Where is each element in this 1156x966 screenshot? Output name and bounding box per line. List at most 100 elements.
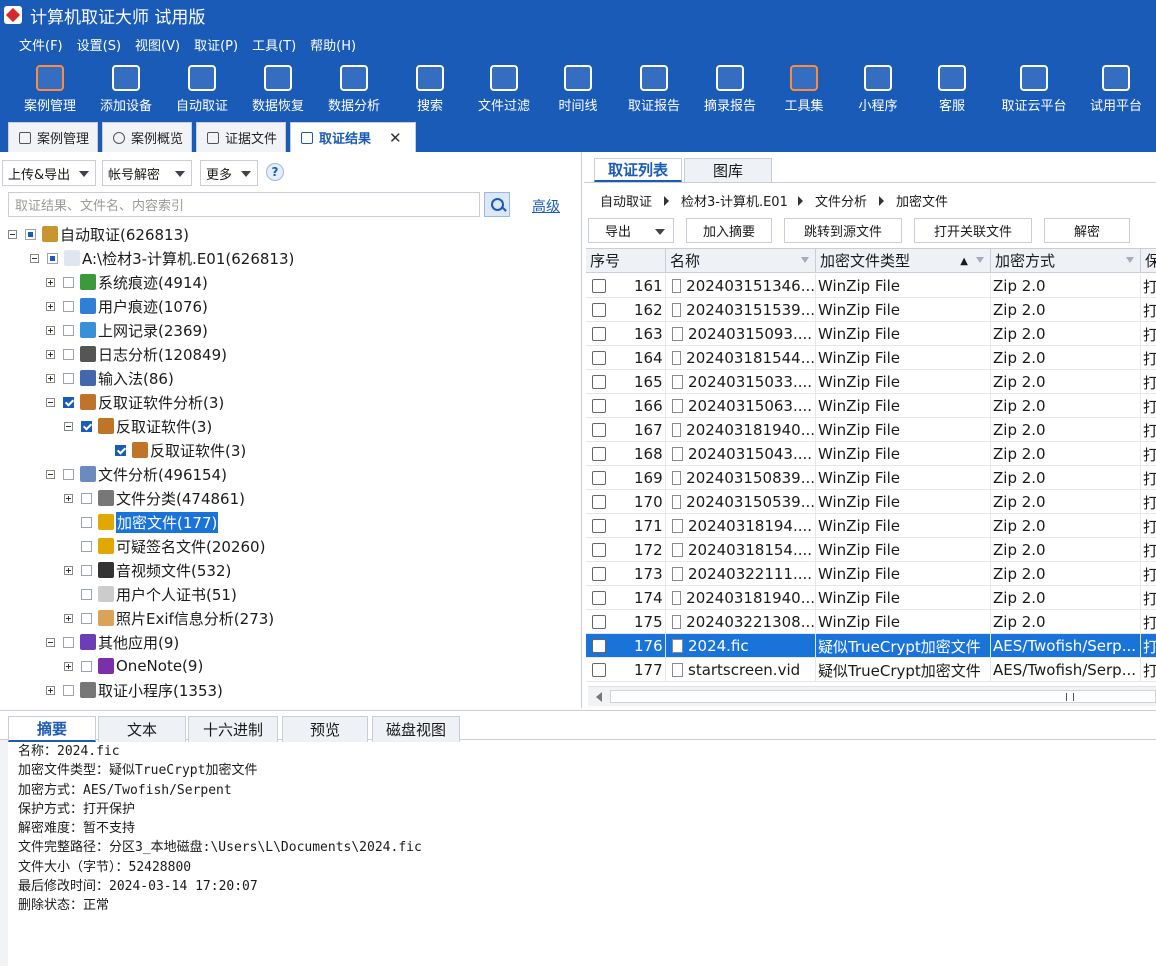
tree-node[interactable]: 用户痕迹(1076) xyxy=(46,294,208,318)
expand-icon[interactable] xyxy=(64,661,73,671)
tree-node[interactable]: 输入法(86) xyxy=(46,366,174,390)
toolbar-button[interactable]: 试用平台 xyxy=(1076,58,1156,120)
table-row[interactable]: 162 202403151539...WinZip File Zip 2.0 打 xyxy=(586,298,1156,322)
tree-checkbox[interactable] xyxy=(63,636,74,648)
table-row[interactable]: 172 20240318154.... WinZip File Zip 2.0 打 xyxy=(586,538,1156,562)
tree-node[interactable]: 其他应用(9) xyxy=(46,630,179,654)
column-header-name[interactable]: 名称 xyxy=(666,249,816,273)
tree-node[interactable]: 自动取证(626813) xyxy=(8,222,189,246)
tree-checkbox[interactable] xyxy=(81,588,92,600)
tab-evidence-files[interactable]: 证据文件 xyxy=(196,122,286,152)
tree-node[interactable]: 音视频文件(532) xyxy=(64,558,231,582)
column-header-index[interactable]: 序号 xyxy=(586,249,666,273)
tree-node[interactable]: A:\检材3-计算机.E01(626813) xyxy=(30,246,294,270)
row-checkbox[interactable] xyxy=(592,519,606,533)
tree-node[interactable]: 文件分类(474861) xyxy=(64,486,245,510)
advanced-search-link[interactable]: 高级 xyxy=(532,196,560,216)
filter-icon[interactable] xyxy=(1126,257,1134,263)
tree-node[interactable]: 照片Exif信息分析(273) xyxy=(64,606,274,630)
search-icon[interactable] xyxy=(484,192,510,217)
tree-checkbox[interactable] xyxy=(63,468,74,480)
column-header-encrypt-method[interactable]: 加密方式 xyxy=(991,249,1141,273)
tree-node[interactable]: 取证小程序(1353) xyxy=(46,678,223,702)
tree-checkbox[interactable] xyxy=(81,420,92,432)
tree-node[interactable]: 用户个人证书(51) xyxy=(64,582,237,606)
table-row[interactable]: 175 202403221308...WinZip File Zip 2.0 打 xyxy=(586,610,1156,634)
expand-icon[interactable] xyxy=(46,373,55,383)
tab-forensic-list[interactable]: 取证列表 xyxy=(594,158,682,182)
tab-forensic-results[interactable]: 取证结果 ✕ xyxy=(290,122,416,152)
tree-node[interactable]: 文件分析(496154) xyxy=(46,462,227,486)
table-row[interactable]: 168 20240315043.... WinZip File Zip 2.0 打 xyxy=(586,442,1156,466)
tab-disk-view[interactable]: 磁盘视图 xyxy=(372,716,460,742)
scroll-left-icon[interactable] xyxy=(596,692,602,702)
table-row[interactable]: 171 20240318194.... WinZip File Zip 2.0 打 xyxy=(586,514,1156,538)
tree-checkbox[interactable] xyxy=(63,348,74,360)
tree-checkbox[interactable] xyxy=(81,660,92,672)
search-input[interactable]: 取证结果、文件名、内容索引 xyxy=(8,192,480,217)
tree-node[interactable]: 可疑签名文件(20260) xyxy=(64,534,265,558)
collapse-icon[interactable] xyxy=(30,253,39,263)
breadcrumb-evidence[interactable]: 检材3-计算机.E01 xyxy=(681,190,788,210)
menu-help[interactable]: 帮助(H) xyxy=(303,35,363,54)
collapse-icon[interactable] xyxy=(46,469,55,479)
tree-checkbox[interactable] xyxy=(63,684,74,696)
add-to-summary-button[interactable]: 加入摘要 xyxy=(686,218,772,243)
tree-checkbox[interactable] xyxy=(25,228,36,240)
expand-icon[interactable] xyxy=(46,301,55,311)
row-checkbox[interactable] xyxy=(592,471,606,485)
table-row[interactable]: 167 202403181940...WinZip File Zip 2.0 打 xyxy=(586,418,1156,442)
row-checkbox[interactable] xyxy=(592,375,606,389)
open-related-file-button[interactable]: 打开关联文件 xyxy=(914,218,1032,243)
tab-gallery[interactable]: 图库 xyxy=(684,158,772,182)
collapse-icon[interactable] xyxy=(8,229,17,239)
tree-checkbox[interactable] xyxy=(63,324,74,336)
menu-tools[interactable]: 工具(T) xyxy=(245,35,303,54)
tree-checkbox[interactable] xyxy=(47,252,58,264)
table-row[interactable]: 163 20240315093.... WinZip File Zip 2.0 打 xyxy=(586,322,1156,346)
collapse-icon[interactable] xyxy=(64,421,73,431)
expand-icon[interactable] xyxy=(64,613,73,623)
tab-text[interactable]: 文本 xyxy=(98,716,186,742)
breadcrumb-encrypted-files[interactable]: 加密文件 xyxy=(896,190,948,210)
row-checkbox[interactable] xyxy=(592,423,606,437)
menu-view[interactable]: 视图(V) xyxy=(128,35,187,54)
row-checkbox[interactable] xyxy=(592,663,606,677)
expand-icon[interactable] xyxy=(64,493,73,503)
expand-icon[interactable] xyxy=(46,685,55,695)
filter-icon[interactable] xyxy=(801,257,809,263)
decrypt-button[interactable]: 解密 xyxy=(1044,218,1130,243)
menu-forensics[interactable]: 取证(P) xyxy=(187,35,245,54)
row-checkbox[interactable] xyxy=(592,615,606,629)
tree-checkbox[interactable] xyxy=(81,516,92,528)
jump-to-source-button[interactable]: 跳转到源文件 xyxy=(784,218,902,243)
menu-settings[interactable]: 设置(S) xyxy=(70,35,128,54)
table-row[interactable]: 165 20240315033.... WinZip File Zip 2.0 打 xyxy=(586,370,1156,394)
expand-icon[interactable] xyxy=(64,565,73,575)
tree-checkbox[interactable] xyxy=(63,276,74,288)
tree-checkbox[interactable] xyxy=(81,492,92,504)
toolbar-button[interactable]: 添加设备 xyxy=(86,58,166,120)
menu-file[interactable]: 文件(F) xyxy=(12,35,70,54)
horizontal-scrollbar[interactable] xyxy=(588,686,1156,706)
row-checkbox[interactable] xyxy=(592,279,606,293)
row-checkbox[interactable] xyxy=(592,543,606,557)
more-dropdown[interactable]: 更多 xyxy=(200,160,258,186)
toolbar-button[interactable]: 工具集 xyxy=(764,58,844,120)
table-row[interactable]: 176 2024.fic 疑似TrueCrypt加密文件 AES/Twofish/Se… xyxy=(586,634,1156,658)
column-header-protection[interactable]: 保 xyxy=(1141,249,1156,273)
tree-checkbox[interactable] xyxy=(63,396,74,408)
row-checkbox[interactable] xyxy=(592,639,606,653)
collapse-icon[interactable] xyxy=(46,637,55,647)
toolbar-button[interactable]: 小程序 xyxy=(838,58,918,120)
table-row[interactable]: 164 202403181544...WinZip File Zip 2.0 打 xyxy=(586,346,1156,370)
upload-export-dropdown[interactable]: 上传&导出 xyxy=(2,160,96,186)
toolbar-button[interactable]: 搜索 xyxy=(390,58,470,120)
expand-icon[interactable] xyxy=(46,277,55,287)
row-checkbox[interactable] xyxy=(592,327,606,341)
row-checkbox[interactable] xyxy=(592,591,606,605)
tab-preview[interactable]: 预览 xyxy=(282,716,368,742)
toolbar-button[interactable]: 自动取证 xyxy=(162,58,242,120)
filter-icon[interactable] xyxy=(976,257,984,263)
table-row[interactable]: 161 202403151346...WinZip File Zip 2.0 打 xyxy=(586,274,1156,298)
